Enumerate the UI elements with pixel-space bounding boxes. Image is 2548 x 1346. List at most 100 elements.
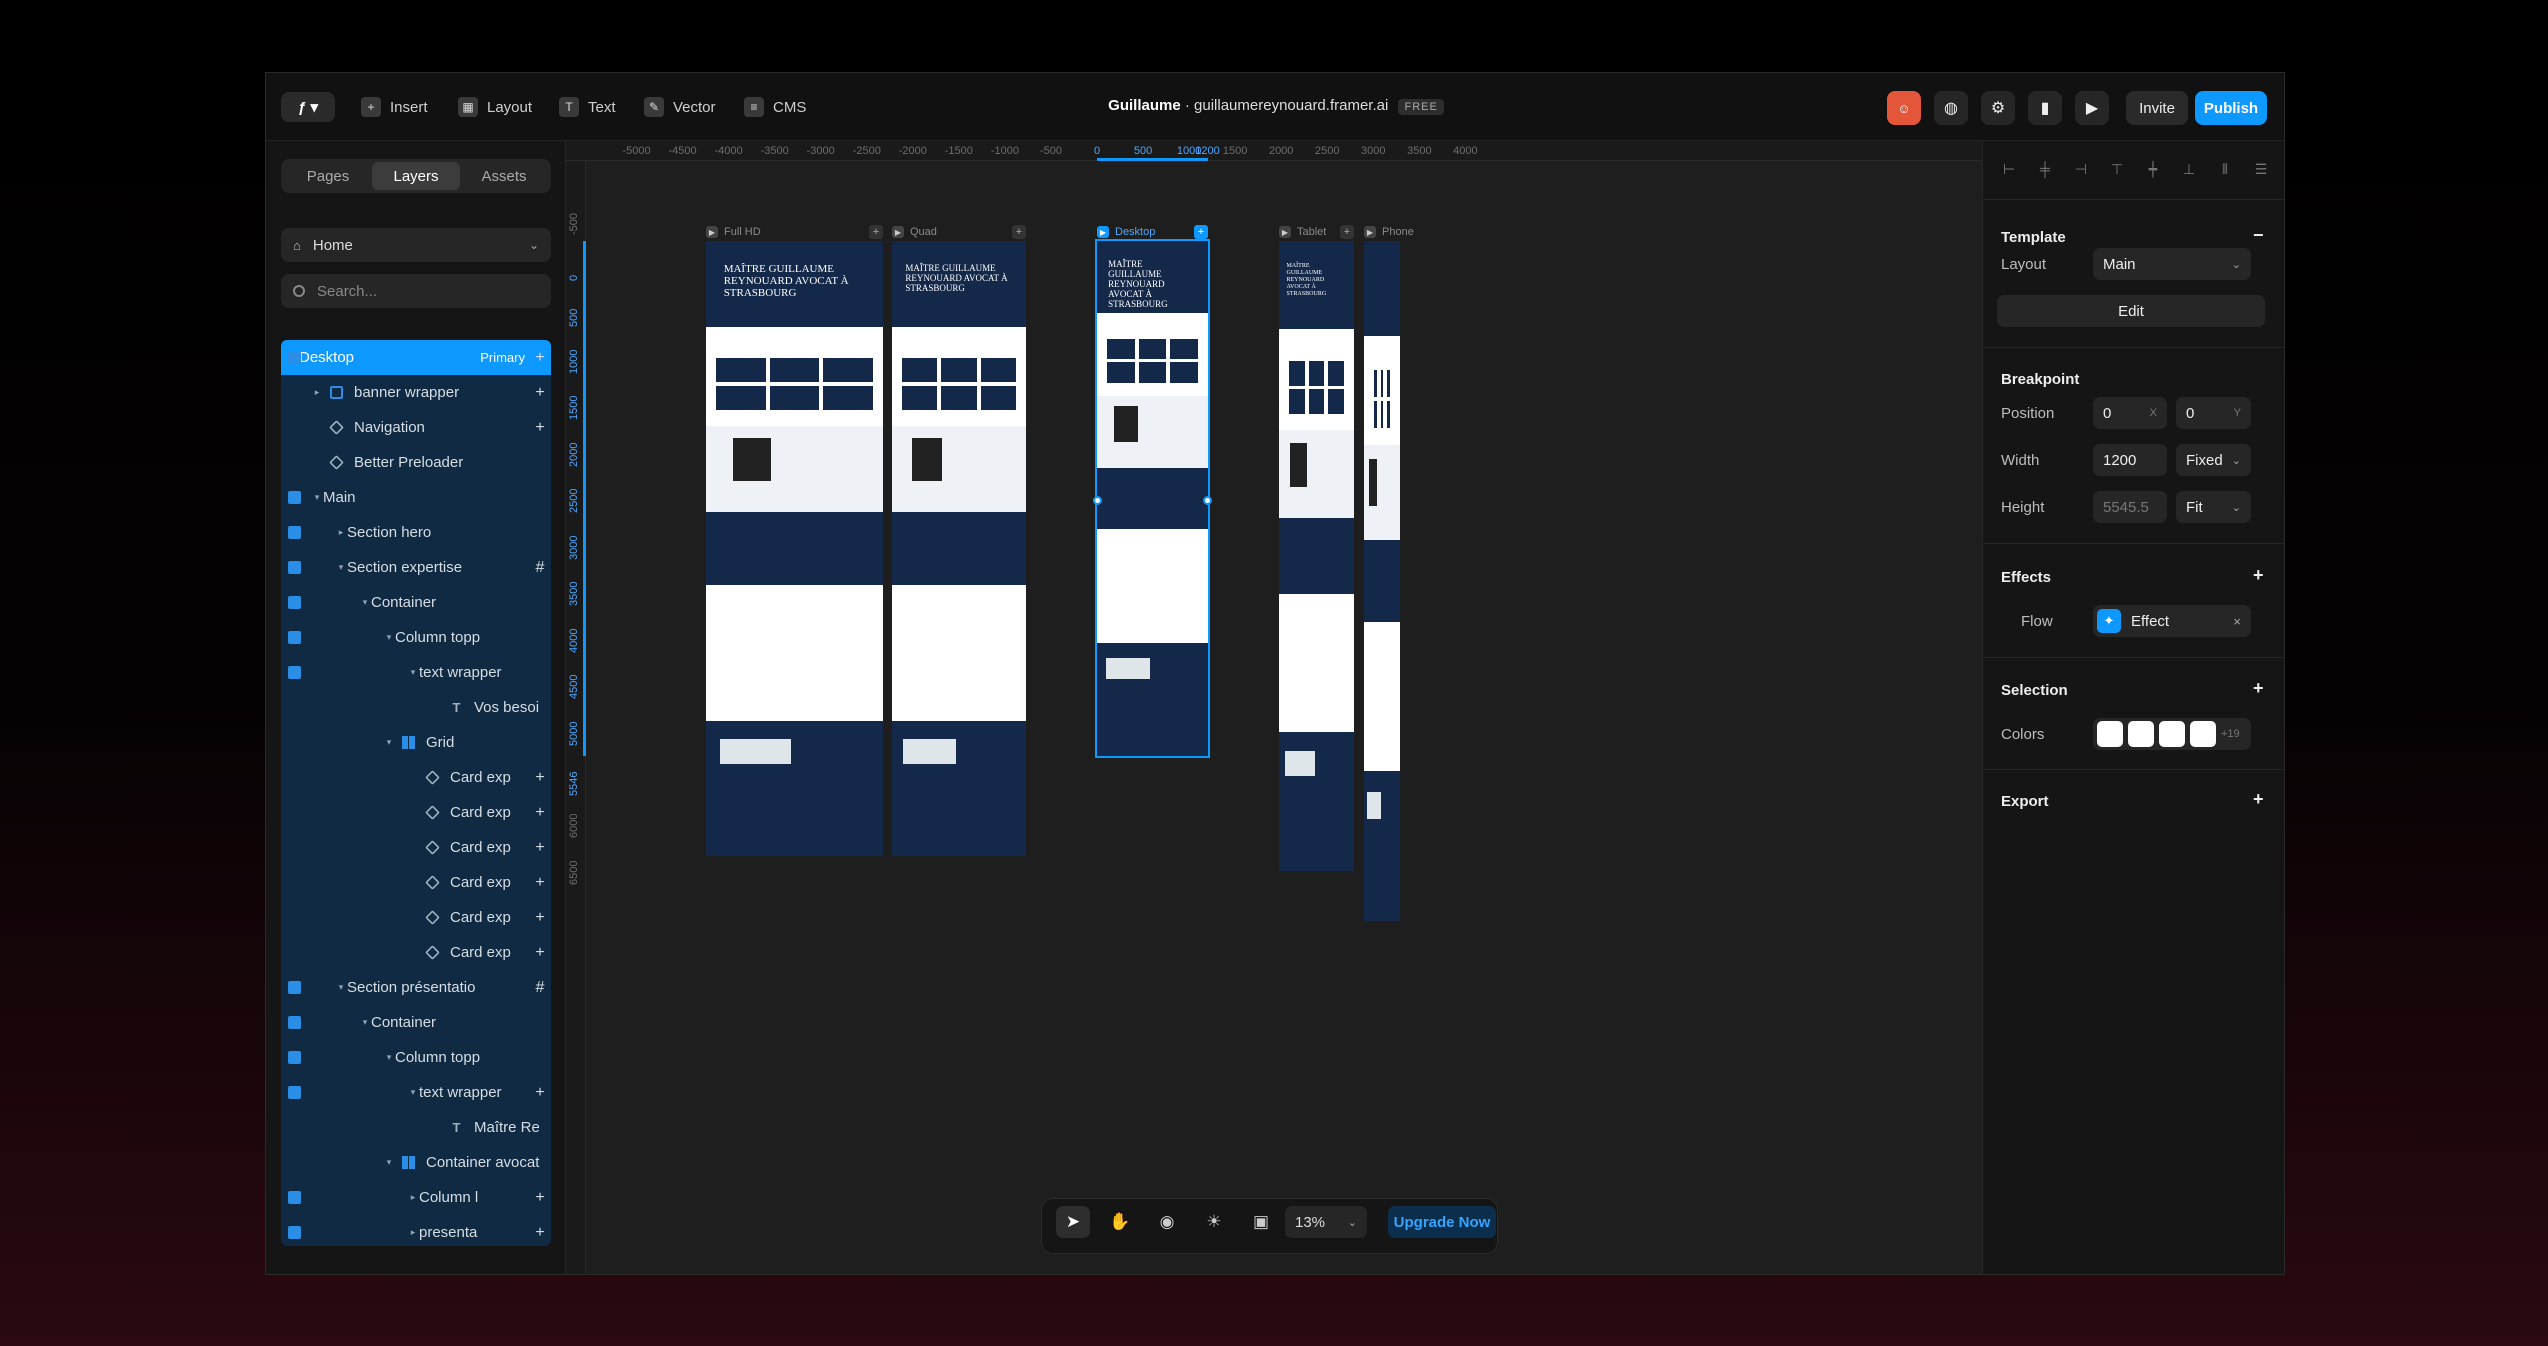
width-mode-select[interactable]: Fixed ⌄ xyxy=(2176,444,2251,476)
chevron-down-icon[interactable]: ▾ xyxy=(359,597,371,608)
chevron-down-icon[interactable]: ▾ xyxy=(335,562,347,573)
chevron-down-icon[interactable]: ▾ xyxy=(359,1017,371,1028)
cms-button[interactable]: ≡ CMS xyxy=(744,92,806,122)
comment-tool-button[interactable]: ◉ xyxy=(1150,1206,1184,1238)
distribute-h-icon[interactable]: ⫴ xyxy=(2211,155,2239,183)
layout-select[interactable]: Main ⌄ xyxy=(2093,248,2251,280)
height-mode-select[interactable]: Fit ⌄ xyxy=(2176,491,2251,523)
chevron-down-icon[interactable]: ▾ xyxy=(407,667,419,678)
breakpoint-label[interactable]: ▶ Phone xyxy=(1364,224,1414,240)
layer-row[interactable]: ▸ presenta + xyxy=(281,1215,551,1246)
chevron-down-icon[interactable]: ▾ xyxy=(383,737,395,748)
add-layer-icon[interactable]: + xyxy=(529,804,551,822)
chevron-down-icon[interactable]: ▾ xyxy=(311,492,323,503)
add-layer-icon[interactable]: + xyxy=(529,349,551,367)
analytics-button[interactable]: ▮ xyxy=(2028,91,2062,125)
width-input[interactable]: 1200 xyxy=(2093,444,2167,476)
tab-assets[interactable]: Assets xyxy=(460,162,548,190)
chevron-right-icon[interactable]: ▸ xyxy=(407,1227,419,1238)
breakpoint-frame[interactable]: MAÎTRE GUILLAUME REYNOUARD AVOCAT À STRA… xyxy=(706,241,883,856)
layer-row[interactable]: ▾ text wrapper xyxy=(281,655,551,690)
invite-button[interactable]: Invite xyxy=(2126,91,2188,125)
layer-row[interactable]: Card exp + xyxy=(281,760,551,795)
breakpoint-frame[interactable]: MAÎTRE GUILLAUME REYNOUARD AVOCAT À STRA… xyxy=(1279,241,1354,871)
text-button[interactable]: T Text xyxy=(559,92,616,122)
resize-handle[interactable] xyxy=(1203,496,1212,506)
layer-row[interactable]: ▾ Column topp xyxy=(281,1040,551,1075)
chevron-down-icon[interactable]: ▾ xyxy=(383,632,395,643)
breakpoint-frame[interactable]: MAÎTRE GUILLAUME REYNOUARD AVOCAT À STRA… xyxy=(892,241,1026,856)
components-button[interactable]: ▣ xyxy=(1244,1206,1278,1238)
add-layer-icon[interactable]: + xyxy=(529,1224,551,1242)
flow-effect-field[interactable]: ✦ Effect × xyxy=(2093,605,2251,637)
tab-layers[interactable]: Layers xyxy=(372,162,460,190)
theme-toggle-button[interactable]: ☀ xyxy=(1197,1206,1231,1238)
color-swatch[interactable] xyxy=(2128,721,2154,747)
chevron-right-icon[interactable]: ▸ xyxy=(407,1192,419,1203)
play-icon[interactable]: ▶ xyxy=(1097,226,1109,238)
add-layer-icon[interactable]: + xyxy=(529,874,551,892)
add-layer-icon[interactable]: + xyxy=(529,1189,551,1207)
add-layer-icon[interactable]: + xyxy=(529,944,551,962)
add-effect-icon[interactable]: + xyxy=(2253,565,2264,586)
layer-search-input[interactable]: Search... xyxy=(281,274,551,308)
layer-row[interactable]: ▸ Section hero xyxy=(281,515,551,550)
breakpoint-label[interactable]: ▶ Tablet xyxy=(1279,224,1326,240)
select-tool-button[interactable]: ➤ xyxy=(1056,1206,1090,1238)
layer-row[interactable]: ▾DesktopPrimary+ xyxy=(281,340,551,375)
chevron-down-icon[interactable]: ▾ xyxy=(335,982,347,993)
height-input[interactable]: 5545.5 xyxy=(2093,491,2167,523)
play-icon[interactable]: ▶ xyxy=(1364,226,1376,238)
grid-layout-icon[interactable]: # xyxy=(529,979,551,997)
layer-row[interactable]: ▾ Container xyxy=(281,585,551,620)
publish-button[interactable]: Publish xyxy=(2195,91,2267,125)
grid-layout-icon[interactable]: # xyxy=(529,559,551,577)
layer-row[interactable]: Card exp + xyxy=(281,830,551,865)
align-bottom-icon[interactable]: ⊥ xyxy=(2175,155,2203,183)
selection-colors[interactable]: +19 xyxy=(2093,718,2251,750)
add-layer-icon[interactable]: + xyxy=(529,384,551,402)
chevron-down-icon[interactable]: ▾ xyxy=(407,1087,419,1098)
layout-button[interactable]: ▦ Layout xyxy=(458,92,532,122)
chevron-right-icon[interactable]: ▸ xyxy=(335,527,347,538)
add-selection-icon[interactable]: + xyxy=(2253,678,2264,699)
align-middle-v-icon[interactable]: ┿ xyxy=(2139,155,2167,183)
add-breakpoint-icon[interactable]: + xyxy=(1340,225,1354,239)
chevron-down-icon[interactable]: ▾ xyxy=(383,1052,395,1063)
layer-row[interactable]: Card exp + xyxy=(281,865,551,900)
breakpoint-frame[interactable] xyxy=(1364,241,1400,921)
framer-menu-button[interactable]: ƒ ▾ xyxy=(281,92,335,122)
layer-row[interactable]: T Maître Re xyxy=(281,1110,551,1145)
layer-row[interactable]: Navigation + xyxy=(281,410,551,445)
breakpoint-label[interactable]: ▶ Full HD xyxy=(706,224,761,240)
align-left-icon[interactable]: ⊢ xyxy=(1995,155,2023,183)
breakpoint-label[interactable]: ▶ Quad xyxy=(892,224,937,240)
layer-row[interactable]: ▾ Column topp xyxy=(281,620,551,655)
position-y-input[interactable]: 0 Y xyxy=(2176,397,2251,429)
collapse-template-icon[interactable]: − xyxy=(2253,225,2264,246)
edit-template-button[interactable]: Edit xyxy=(1997,295,2265,327)
add-breakpoint-icon[interactable]: + xyxy=(1194,225,1208,239)
add-layer-icon[interactable]: + xyxy=(529,419,551,437)
color-swatch[interactable] xyxy=(2190,721,2216,747)
distribute-v-icon[interactable]: ☰ xyxy=(2247,155,2275,183)
preview-button[interactable]: ▶ xyxy=(2075,91,2109,125)
layer-row[interactable]: ▸ Column l + xyxy=(281,1180,551,1215)
layer-row[interactable]: ▾ Section expertise # xyxy=(281,550,551,585)
layer-row[interactable]: T Vos besoi xyxy=(281,690,551,725)
vector-button[interactable]: ✎ Vector xyxy=(644,92,716,122)
page-selector[interactable]: ⌂ Home ⌄ xyxy=(281,228,551,262)
align-top-icon[interactable]: ⊤ xyxy=(2103,155,2131,183)
add-layer-icon[interactable]: + xyxy=(529,769,551,787)
add-export-icon[interactable]: + xyxy=(2253,789,2264,810)
user-avatar[interactable]: ☺ xyxy=(1887,91,1921,125)
align-right-icon[interactable]: ⊣ xyxy=(2067,155,2095,183)
globe-button[interactable]: ◍ xyxy=(1934,91,1968,125)
layer-row[interactable]: ▾ Container xyxy=(281,1005,551,1040)
color-swatch[interactable] xyxy=(2097,721,2123,747)
layer-row[interactable]: Better Preloader xyxy=(281,445,551,480)
add-breakpoint-icon[interactable]: + xyxy=(1012,225,1026,239)
breakpoint-label[interactable]: ▶ Desktop xyxy=(1097,224,1155,240)
layer-row[interactable]: ▾ Grid xyxy=(281,725,551,760)
layer-row[interactable]: ▾ Section présentatio # xyxy=(281,970,551,1005)
